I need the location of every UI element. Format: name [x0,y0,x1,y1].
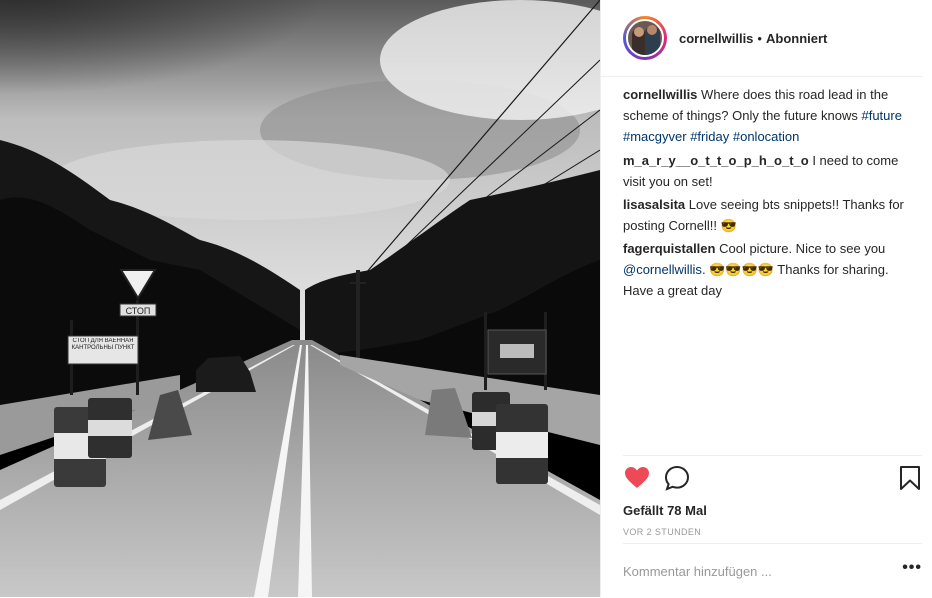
avatar[interactable] [623,16,667,60]
bookmark-icon[interactable] [896,464,924,492]
heart-icon[interactable] [623,464,651,492]
comment-username[interactable]: m_a_r_y__o_t_t_o_p_h_o_t_o [623,153,809,168]
instagram-post: СТОП СТОП ДЛЯ ВАЕННАЯ КАНТРОЛЬНЫ ПУНКТ c… [0,0,932,597]
comment-username[interactable]: fagerquistallen [623,241,715,256]
post-header: cornellwillis • Abonniert [601,0,922,77]
comments-list: cornellwillis Where does this road lead … [623,84,912,301]
comment-mention[interactable]: @cornellwillis [623,262,702,277]
hashtag-onlocation[interactable]: #onlocation [733,129,800,144]
comment-item: m_a_r_y__o_t_t_o_p_h_o_t_o I need to com… [623,150,912,192]
post-actions: Gefällt 78 Mal VOR 2 STUNDEN [623,455,922,537]
comment-composer: ••• [623,543,922,598]
comment-input[interactable] [623,563,903,579]
header-separator: • [757,30,762,46]
hashtag-friday[interactable]: #friday [690,129,729,144]
hashtag-future[interactable]: #future [861,108,901,123]
post-timestamp[interactable]: VOR 2 STUNDEN [623,527,922,537]
follow-status[interactable]: Abonniert [766,31,827,46]
comment-item: fagerquistallen Cool picture. Nice to se… [623,238,912,301]
checkpoint-board-text: СТОП ДЛЯ ВАЕННАЯ КАНТРОЛЬНЫ ПУНКТ [71,338,135,351]
header-username[interactable]: cornellwillis [679,31,753,46]
caption-username[interactable]: cornellwillis [623,87,697,102]
likes-count[interactable]: Gefällt 78 Mal [623,503,922,518]
comment-icon[interactable] [663,464,691,492]
avatar-image [626,19,664,57]
yield-sign-label: СТОП [126,306,151,316]
road-photo-illustration: СТОП СТОП ДЛЯ ВАЕННАЯ КАНТРОЛЬНЫ ПУНКТ [0,0,600,597]
post-sidebar: cornellwillis • Abonniert cornellwillis Wh… [600,0,932,597]
post-photo[interactable]: СТОП СТОП ДЛЯ ВАЕННАЯ КАНТРОЛЬНЫ ПУНКТ [0,0,600,597]
comment-text: Cool picture. Nice to see you [719,241,886,256]
header-text: cornellwillis • Abonniert [679,31,827,46]
comment-item: lisasalsita Love seeing bts snippets!! T… [623,194,912,236]
more-options-icon[interactable]: ••• [902,559,922,583]
comment-username[interactable]: lisasalsita [623,197,685,212]
action-icons [623,456,922,500]
caption: cornellwillis Where does this road lead … [623,84,912,147]
hashtag-macgyver[interactable]: #macgyver [623,129,687,144]
